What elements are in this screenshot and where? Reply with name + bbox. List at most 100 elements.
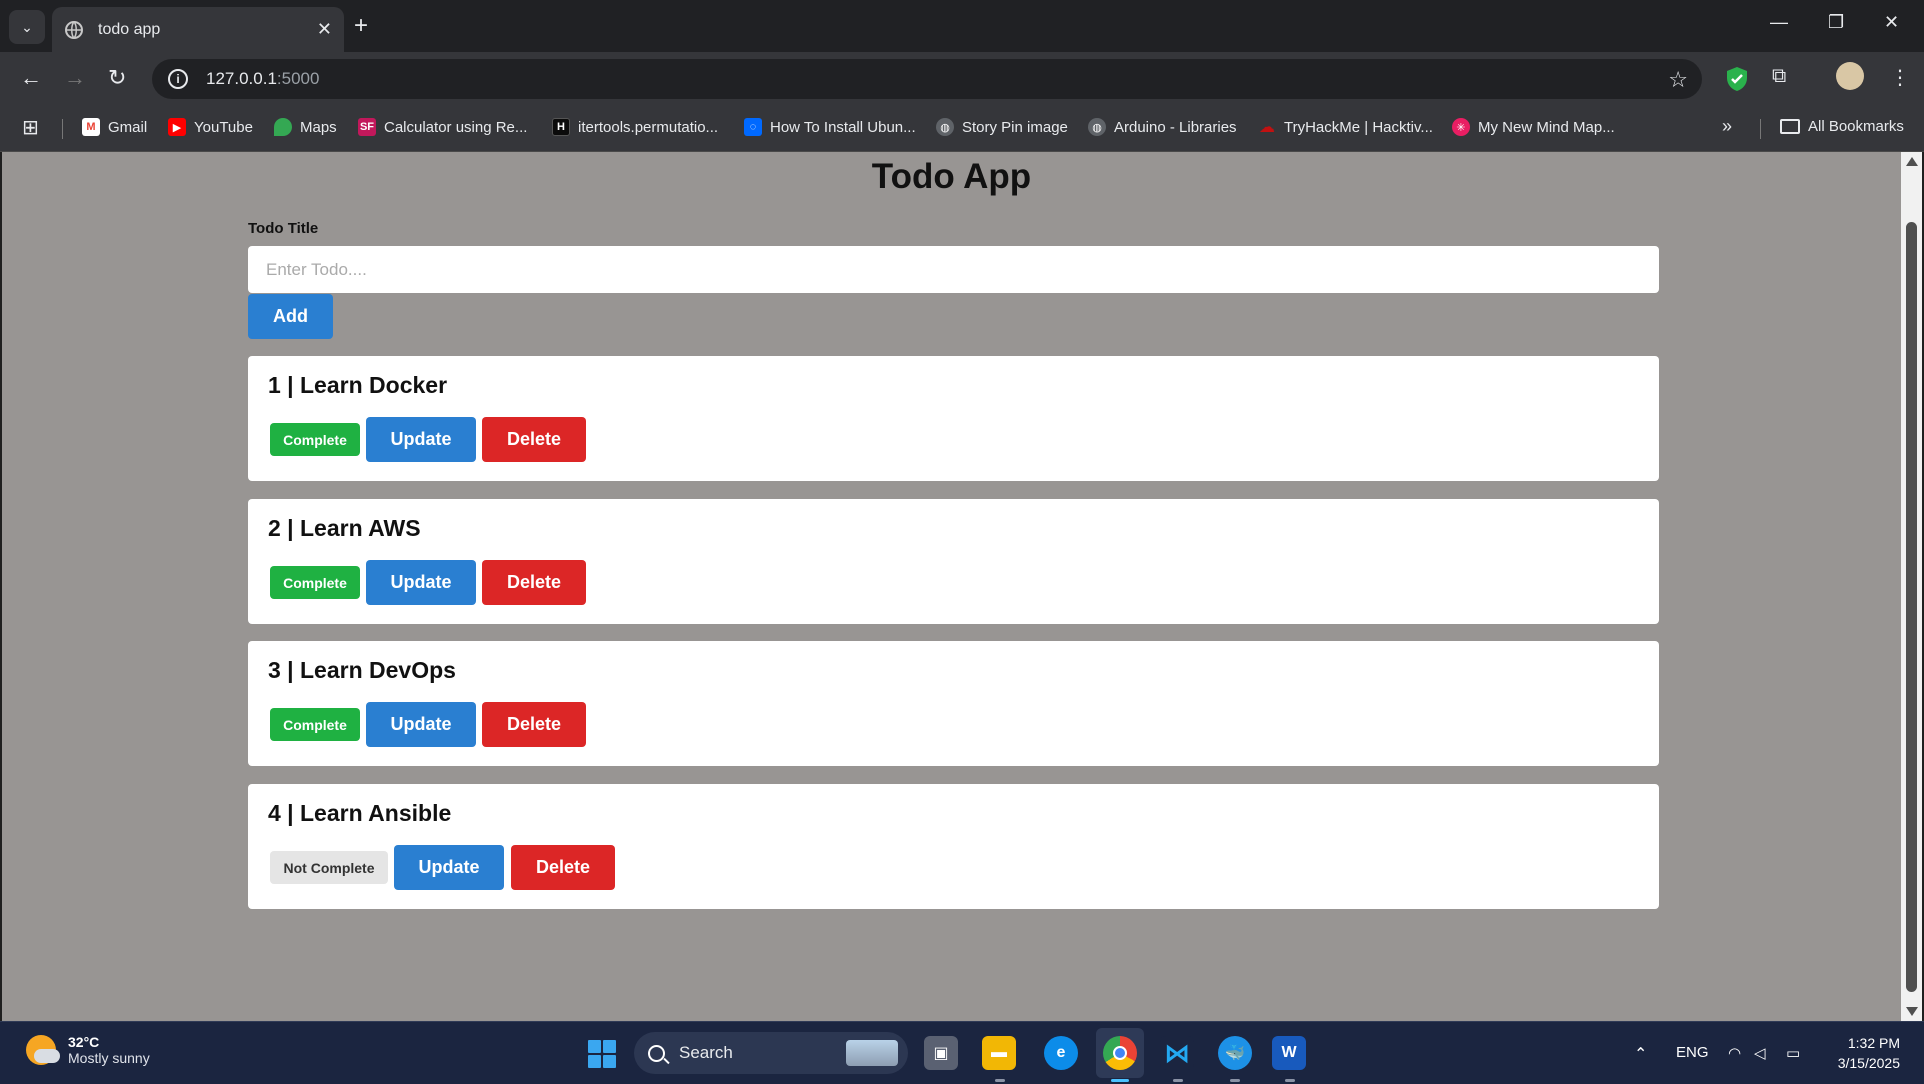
url-port: :5000 [276,69,320,88]
clock-time: 1:32 PM [1847,1035,1900,1051]
site-info-icon[interactable]: i [168,69,188,89]
extensions-puzzle-icon[interactable]: ⧉ [1772,65,1786,88]
bookmark-label: YouTube [194,118,253,136]
taskbar-search[interactable]: Search [634,1032,908,1074]
youtube-icon: ▶ [168,118,186,136]
bookmark-maps[interactable]: Maps [274,118,337,136]
running-indicator-active [1111,1079,1129,1082]
bookmark-calculator[interactable]: SF Calculator using Re... [358,118,527,136]
apps-grid-icon[interactable]: ⊞ [22,115,39,140]
bookmark-label: Gmail [108,118,148,136]
page-title: Todo App [871,157,1032,196]
docker-icon[interactable]: 🐳 [1218,1036,1252,1070]
delete-button[interactable]: Delete [482,702,586,747]
delete-button[interactable]: Delete [482,417,586,462]
all-bookmarks[interactable]: All Bookmarks [1780,118,1904,135]
scrollbar-thumb[interactable] [1906,222,1917,992]
not-complete-status-button[interactable]: Not Complete [270,851,388,884]
update-button[interactable]: Update [366,417,476,462]
todo-title: 2 | Learn AWS [268,515,421,541]
bookmark-label: How To Install Ubun... [770,118,916,136]
forward-arrow-icon[interactable]: → [64,65,86,91]
weather-temperature: 32°C [68,1034,100,1050]
edge-browser-icon[interactable]: e [1044,1036,1078,1070]
bookmark-label: Calculator using Re... [384,118,528,136]
browser-toolbar: ← → ↻ i 127.0.0.1:5000 ☆ ⧉ ⋮ [0,52,1924,105]
new-tab-button[interactable]: + [354,12,368,40]
delete-button[interactable]: Delete [482,560,586,605]
weather-widget[interactable]: 32°C Mostly sunny [26,1034,150,1066]
kebab-menu-icon[interactable]: ⋮ [1890,65,1910,90]
update-button[interactable]: Update [394,845,504,890]
bookmark-gmail[interactable]: M Gmail [82,118,147,136]
search-label: Search [679,1043,733,1062]
bookmark-itertools[interactable]: Hitertools.permutatio... [552,118,718,136]
word-icon[interactable]: W [1272,1036,1306,1070]
bookmark-star-icon[interactable]: ☆ [1668,67,1688,93]
bookmark-youtube[interactable]: ▶ YouTube [168,118,253,136]
add-button[interactable]: Add [248,294,333,339]
battery-icon[interactable]: ▭ [1786,1044,1800,1062]
running-indicator [995,1079,1005,1082]
scroll-up-arrow-icon[interactable] [1906,157,1918,166]
address-bar[interactable]: i 127.0.0.1:5000 ☆ [152,59,1702,99]
page-scrollbar[interactable] [1901,152,1922,1021]
close-tab-icon[interactable]: ✕ [317,19,332,40]
bookmark-label: Story Pin image [962,118,1068,136]
complete-status-button[interactable]: Complete [270,423,360,456]
complete-status-button[interactable]: Complete [270,566,360,599]
system-clock[interactable]: 1:32 PM 3/15/2025 [1838,1033,1900,1073]
volume-icon[interactable]: ◁ [1754,1044,1766,1062]
reload-icon[interactable]: ↻ [108,65,126,91]
wifi-icon[interactable]: ◠ [1728,1044,1741,1062]
language-indicator[interactable]: ENG [1676,1044,1709,1061]
bookmark-label: Arduino - Libraries [1114,118,1237,136]
bookmark-label: itertools.permutatio... [578,118,719,136]
all-bookmarks-label: All Bookmarks [1808,118,1904,135]
folder-icon [1780,119,1800,134]
digitalocean-icon: ◌ [744,118,762,136]
update-button[interactable]: Update [366,560,476,605]
tab-strip: ⌄ todo app ✕ + — ❐ ✕ [0,0,1924,52]
globe-icon [65,20,83,39]
partly-sunny-icon [26,1035,60,1065]
bookmark-tryhackme[interactable]: ☁ TryHackMe | Hacktiv... [1258,118,1433,137]
scroll-down-arrow-icon[interactable] [1906,1007,1918,1016]
windows-start-icon[interactable] [588,1040,616,1068]
search-icon [648,1044,665,1062]
complete-status-button[interactable]: Complete [270,708,360,741]
running-indicator [1173,1079,1183,1082]
shield-extension-icon[interactable] [1725,66,1749,92]
bookmark-label: Maps [300,118,337,136]
close-window-icon[interactable]: ✕ [1884,12,1899,33]
show-hidden-icons-chevron-icon[interactable]: ⌃ [1634,1044,1647,1064]
task-view-icon[interactable]: ▣ [924,1036,958,1070]
delete-button[interactable]: Delete [511,845,615,890]
hr-icon: H [552,118,570,136]
todo-title: 4 | Learn Ansible [268,800,452,826]
file-explorer-icon[interactable]: ▬ [982,1036,1016,1070]
bookmark-story-pin[interactable]: ◍ Story Pin image [936,118,1068,136]
bookmark-arduino[interactable]: ◍ Arduino - Libraries [1088,118,1237,136]
vscode-icon[interactable]: ⋈ [1160,1036,1194,1070]
bookmark-mind-map[interactable]: ✳ My New Mind Map... [1452,118,1615,136]
running-indicator [1230,1079,1240,1082]
restore-icon[interactable]: ❐ [1828,12,1844,33]
tab-search-button[interactable]: ⌄ [9,10,45,44]
update-button[interactable]: Update [366,702,476,747]
page-viewport: Todo App Todo Title Add 1 | Learn Docker… [2,152,1901,1021]
bookmark-ubuntu[interactable]: ◌ How To Install Ubun... [744,118,916,136]
running-indicator [1285,1079,1295,1082]
search-highlight-image [846,1040,898,1066]
back-arrow-icon[interactable]: ← [20,65,42,91]
tab-todo-app[interactable]: todo app ✕ [52,7,344,52]
bookmark-label: My New Mind Map... [1478,118,1615,136]
minimize-icon[interactable]: — [1770,12,1788,33]
bookmarks-bar: ⊞ M Gmail ▶ YouTube Maps SF Calculator usin… [0,105,1924,152]
chrome-browser-icon[interactable] [1103,1036,1137,1070]
profile-avatar-icon[interactable] [1836,62,1864,90]
globe-icon: ◍ [936,118,954,136]
todo-input[interactable] [248,246,1659,293]
more-bookmarks-chevron-icon[interactable]: » [1722,116,1732,137]
todo-card: 3 | Learn DevOps Complete Update Delete [248,641,1659,766]
